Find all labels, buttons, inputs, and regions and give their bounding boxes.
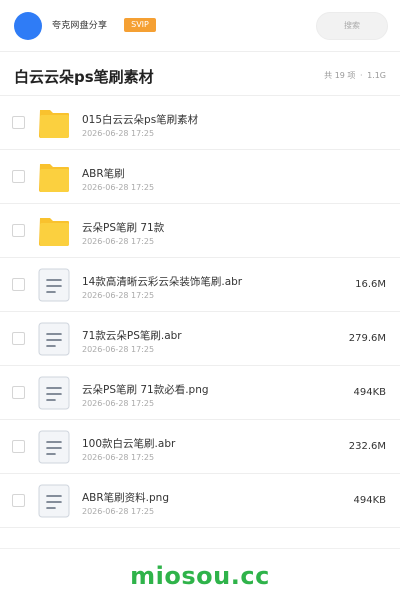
file-date: 2026-06-28 17:25 xyxy=(82,507,155,516)
select-checkbox[interactable] xyxy=(12,440,25,453)
file-list: 015白云云朵ps笔刷素材 2026-06-28 17:25 ABR笔刷 202… xyxy=(0,96,400,528)
document-icon xyxy=(38,268,70,302)
folder-stats: 共 19 项 · 1.1G xyxy=(323,70,387,81)
file-date: 2026-06-28 17:25 xyxy=(82,129,155,138)
list-item[interactable]: ABR笔刷资料.png 2026-06-28 17:25 494KB xyxy=(0,474,400,528)
file-date: 2026-06-28 17:25 xyxy=(82,345,155,354)
file-date: 2026-06-28 17:25 xyxy=(82,237,155,246)
file-name: 14款高清晰云彩云朵装饰笔刷.abr xyxy=(82,276,243,288)
document-icon xyxy=(38,484,70,518)
file-name: 云朵PS笔刷 71款 xyxy=(82,222,165,234)
file-size: 16.6M xyxy=(355,279,386,290)
list-item[interactable]: 71款云朵PS笔刷.abr 2026-06-28 17:25 279.6M xyxy=(0,312,400,366)
file-date: 2026-06-28 17:25 xyxy=(82,453,155,462)
file-size: 232.6M xyxy=(348,441,386,452)
file-date: 2026-06-28 17:25 xyxy=(82,183,155,192)
document-icon xyxy=(38,322,70,356)
header: 夸克网盘分享 SVIP 搜索 xyxy=(0,0,400,52)
list-item[interactable]: 100款白云笔刷.abr 2026-06-28 17:25 232.6M xyxy=(0,420,400,474)
svip-badge: SVIP xyxy=(124,18,156,32)
brand-name: 夸克网盘分享 xyxy=(52,21,108,31)
file-size: 494KB xyxy=(353,495,386,506)
avatar[interactable] xyxy=(14,12,42,40)
file-name: ABR笔刷 xyxy=(82,168,125,180)
item-count: 共 19 项 xyxy=(324,71,356,80)
file-name: 71款云朵PS笔刷.abr xyxy=(82,330,182,342)
select-checkbox[interactable] xyxy=(12,224,25,237)
list-item[interactable]: 云朵PS笔刷 71款 2026-06-28 17:25 xyxy=(0,204,400,258)
footer-divider xyxy=(0,548,400,549)
page-title: 白云云朵ps笔刷素材 xyxy=(14,68,154,86)
total-size: 1.1G xyxy=(367,71,386,80)
stats-separator: · xyxy=(359,71,363,80)
list-item[interactable]: 14款高清晰云彩云朵装饰笔刷.abr 2026-06-28 17:25 16.6… xyxy=(0,258,400,312)
folder-icon xyxy=(39,110,69,138)
select-checkbox[interactable] xyxy=(12,332,25,345)
list-item[interactable]: 015白云云朵ps笔刷素材 2026-06-28 17:25 xyxy=(0,96,400,150)
list-item[interactable]: 云朵PS笔刷 71款必看.png 2026-06-28 17:25 494KB xyxy=(0,366,400,420)
folder-icon xyxy=(39,218,69,246)
list-item[interactable]: ABR笔刷 2026-06-28 17:25 xyxy=(0,150,400,204)
file-size: 279.6M xyxy=(348,333,386,344)
select-checkbox[interactable] xyxy=(12,278,25,291)
document-icon xyxy=(38,430,70,464)
select-checkbox[interactable] xyxy=(12,170,25,183)
search-button[interactable]: 搜索 xyxy=(316,12,388,40)
file-name: 云朵PS笔刷 71款必看.png xyxy=(82,384,209,396)
file-size: 494KB xyxy=(353,387,386,398)
file-name: ABR笔刷资料.png xyxy=(82,492,170,504)
document-icon xyxy=(38,376,70,410)
watermark: miosou.cc xyxy=(130,562,270,590)
share-page: 夸克网盘分享 SVIP 搜索 白云云朵ps笔刷素材 共 19 项 · 1.1G … xyxy=(0,0,400,600)
select-checkbox[interactable] xyxy=(12,116,25,129)
file-name: 100款白云笔刷.abr xyxy=(82,438,176,450)
title-bar: 白云云朵ps笔刷素材 共 19 项 · 1.1G xyxy=(0,52,400,96)
select-checkbox[interactable] xyxy=(12,386,25,399)
file-date: 2026-06-28 17:25 xyxy=(82,291,155,300)
folder-icon xyxy=(39,164,69,192)
select-checkbox[interactable] xyxy=(12,494,25,507)
file-name: 015白云云朵ps笔刷素材 xyxy=(82,114,199,126)
file-date: 2026-06-28 17:25 xyxy=(82,399,155,408)
